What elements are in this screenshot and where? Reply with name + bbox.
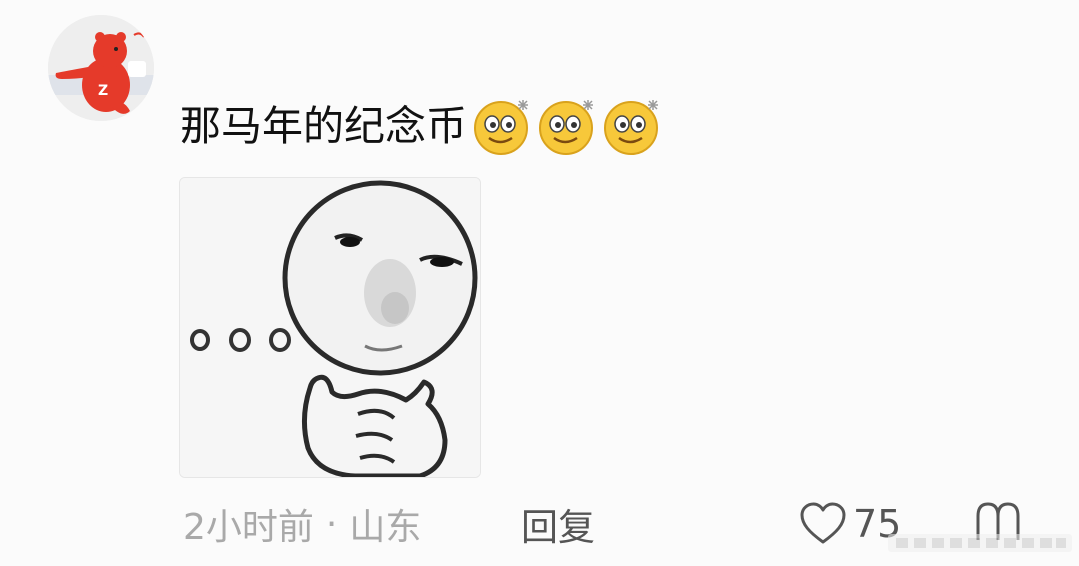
emoji-row [471,94,666,158]
comment-item: Z 那马年的纪念币 2小时前 · 山东 回复 75 [0,0,1079,566]
comment-text: 那马年的纪念币 [180,102,467,150]
sticker-image[interactable] [179,177,481,478]
heart-icon [800,502,846,544]
watermark-overlay [888,530,1072,556]
comment-time: 2小时前 [183,507,314,548]
reply-button[interactable]: 回复 [521,498,595,550]
thinking-face-sticker-icon [180,178,480,477]
comment-text-row: 那马年的纪念币 [180,96,666,156]
red-bear-avatar-icon: Z [48,15,154,121]
dizzy-smile-emoji-icon [471,94,535,158]
comment-location: 山东 [349,507,422,548]
comment-meta: 2小时前 · 山东 [183,498,421,550]
dizzy-smile-emoji-icon [536,94,600,158]
dizzy-smile-emoji-icon [601,94,665,158]
svg-text:Z: Z [98,83,108,99]
avatar[interactable]: Z [48,15,154,121]
like-button[interactable]: 75 [799,498,901,550]
meta-separator: · [325,503,338,545]
